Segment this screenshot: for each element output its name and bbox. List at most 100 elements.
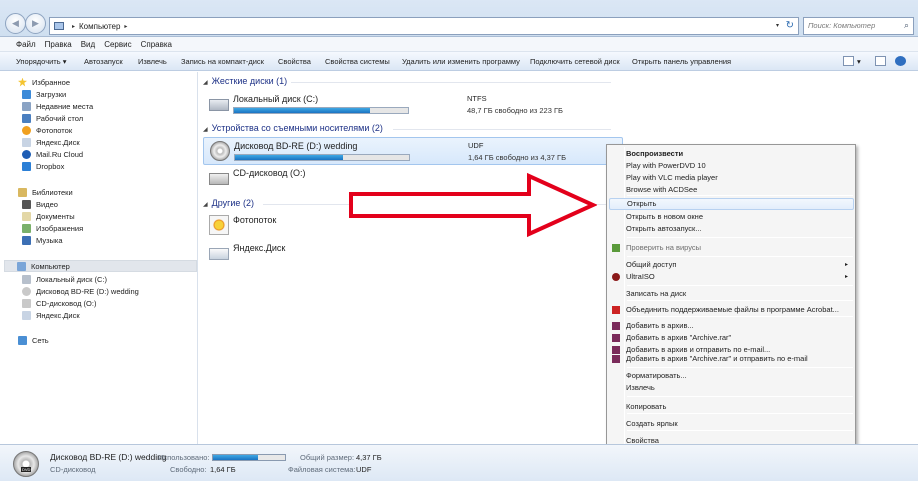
view-dropdown-icon[interactable]: ▾ [857,57,861,66]
uninstall-program-button[interactable]: Удалить или изменить программу [402,57,520,66]
menu-separator [627,396,853,397]
autoplay-button[interactable]: Автозапуск [84,57,123,66]
breadcrumb-computer[interactable]: Компьютер [79,22,120,31]
sidebar-item-photostream[interactable]: Фотопоток [22,124,72,136]
context-menu-label: Открыть автозапуск... [626,224,702,233]
yandex-disk-icon [209,248,229,260]
cd-drive-icon [209,173,229,185]
sidebar-item-label: Документы [36,211,75,221]
context-menu-item[interactable]: Play with VLC media player [609,172,854,184]
preview-pane-icon[interactable] [875,56,886,66]
sidebar-item-label: Дисковод BD-RE (D:) wedding [36,286,139,296]
menu-file[interactable]: Файл [16,40,36,49]
menu-separator [627,285,853,286]
context-menu-item[interactable]: Извлечь [609,382,854,394]
refresh-icon[interactable]: ↻ [786,20,794,31]
sidebar-item-mailru-cloud[interactable]: Mail.Ru Cloud [22,148,83,160]
context-menu-item[interactable]: Добавить в архив "Archive.rar" [609,332,854,344]
group-divider [393,129,611,130]
context-menu-item[interactable]: Создать ярлык [609,418,854,430]
open-control-panel-button[interactable]: Открыть панель управления [632,57,731,66]
breadcrumb-separator[interactable]: ▸ [124,23,127,30]
menu-separator [627,413,853,414]
context-menu-item[interactable]: Общий доступ ▸ [609,259,854,271]
menu-tools[interactable]: Сервис [104,40,131,49]
burn-disc-button[interactable]: Запись на компакт-диск [181,57,264,66]
drive-free-space: 1,64 ГБ свободно из 4,37 ГБ [468,153,567,162]
context-menu-item[interactable]: Записать на диск [609,288,854,300]
sidebar-item-downloads[interactable]: Загрузки [22,88,66,100]
forward-button[interactable]: ▶ [25,13,46,34]
context-menu-item[interactable]: Объединить поддерживаемые файлы в програ… [609,304,854,316]
context-menu-item[interactable]: Browse with ACDSee [609,184,854,196]
context-menu-item[interactable]: Форматировать... [609,370,854,382]
context-menu-item[interactable]: Копировать [609,401,854,413]
breadcrumb-separator[interactable]: ▸ [72,23,75,30]
sidebar-item-music[interactable]: Музыка [22,234,63,246]
sidebar-item-label: Dropbox [36,161,65,171]
other-tile-yandex-disk[interactable]: Яндекс.Диск [203,240,623,268]
organize-button[interactable]: Упорядочить ▾ [16,57,66,66]
menu-help[interactable]: Справка [141,40,172,49]
sidebar-item-recent[interactable]: Недавние места [22,100,93,112]
context-menu-label: Общий доступ [626,260,677,269]
collapse-icon[interactable]: ◢ [203,80,208,86]
video-icon [22,199,31,209]
sidebar-item-yandex-disk[interactable]: Яндекс.Диск [22,136,80,148]
menu-edit[interactable]: Правка [45,40,72,49]
context-menu-label: Добавить в архив "Archive.rar" и отправи… [626,354,808,363]
context-menu-item[interactable]: Открыть в новом окне [609,211,854,223]
context-menu-label: Добавить в архив "Archive.rar" [626,333,732,342]
context-menu-item[interactable]: Открыть автозапуск... [609,223,854,235]
search-input[interactable]: Поиск: Компьютер ⌕ [803,17,914,35]
context-menu-label: Воспроизвести [626,149,684,158]
menu-view[interactable]: Вид [81,40,95,49]
photostream-icon [209,215,229,235]
eject-button[interactable]: Извлечь [138,57,167,66]
sidebar-item-desktop[interactable]: Рабочий стол [22,112,83,124]
sidebar-libraries[interactable]: Библиотеки [18,186,73,198]
sidebar-item-drive-d[interactable]: Дисковод BD-RE (D:) wedding [22,285,139,297]
dvd-badge: DVD [21,467,32,472]
sidebar-favorites[interactable]: Избранное [18,76,70,88]
sidebar-item-dropbox[interactable]: Dropbox [22,160,64,172]
context-menu-label: UltraISO [626,272,655,281]
drive-filesystem: NTFS [467,94,487,103]
context-menu-item[interactable]: UltraISO ▸ [609,271,854,283]
sidebar-item-pictures[interactable]: Изображения [22,222,83,234]
system-properties-button[interactable]: Свойства системы [325,57,390,66]
change-view-icon[interactable] [843,56,854,66]
sidebar-item-documents[interactable]: Документы [22,210,75,222]
group-header-removable[interactable]: ◢ Устройства со съемными носителями (2) [203,123,611,133]
collapse-icon[interactable]: ◢ [203,202,208,208]
context-menu-item[interactable]: Добавить в архив "Archive.rar" и отправи… [609,353,854,365]
menu-separator [627,300,853,301]
group-header-hdd[interactable]: ◢ Жесткие диски (1) [203,76,611,86]
sidebar-item-video[interactable]: Видео [22,198,58,210]
back-button[interactable]: ◀ [5,13,26,34]
sidebar-item-label: Яндекс.Диск [36,310,80,320]
hard-drive-icon [209,99,229,111]
sidebar-network[interactable]: Сеть [18,334,49,346]
collapse-icon[interactable]: ◢ [203,127,208,133]
context-menu-item[interactable]: Воспроизвести [609,148,854,160]
group-header-other[interactable]: ◢ Другие (2) [203,198,611,208]
context-menu-label: Play with PowerDVD 10 [626,161,706,170]
address-dropdown-icon[interactable]: ▾ [776,22,779,29]
sidebar-item-drive-o[interactable]: CD-дисковод (O:) [22,297,96,309]
context-menu-item[interactable]: Проверить на вирусы [609,242,854,254]
sidebar-computer[interactable]: Компьютер [4,260,197,272]
address-bar[interactable]: ▸ Компьютер ▸ ▾ ↻ [49,17,799,35]
context-menu-item[interactable]: Добавить в архив... [609,320,854,332]
details-usage-fill [213,455,258,460]
context-menu-item[interactable]: Открыть [609,198,854,210]
drive-tile-c[interactable]: Локальный диск (C:) NTFS 48,7 ГБ свободн… [203,91,623,119]
help-icon[interactable] [895,56,906,66]
map-network-drive-button[interactable]: Подключить сетевой диск [530,57,620,66]
context-menu-item[interactable]: Play with PowerDVD 10 [609,160,854,172]
drive-tile-d[interactable]: Дисковод BD-RE (D:) wedding UDF 1,64 ГБ … [203,137,623,165]
properties-button[interactable]: Свойства [278,57,311,66]
sidebar-item-yandex-disk-computer[interactable]: Яндекс.Диск [22,309,80,321]
sidebar-item-drive-c[interactable]: Локальный диск (C:) [22,273,107,285]
group-label: Другие (2) [211,198,254,208]
